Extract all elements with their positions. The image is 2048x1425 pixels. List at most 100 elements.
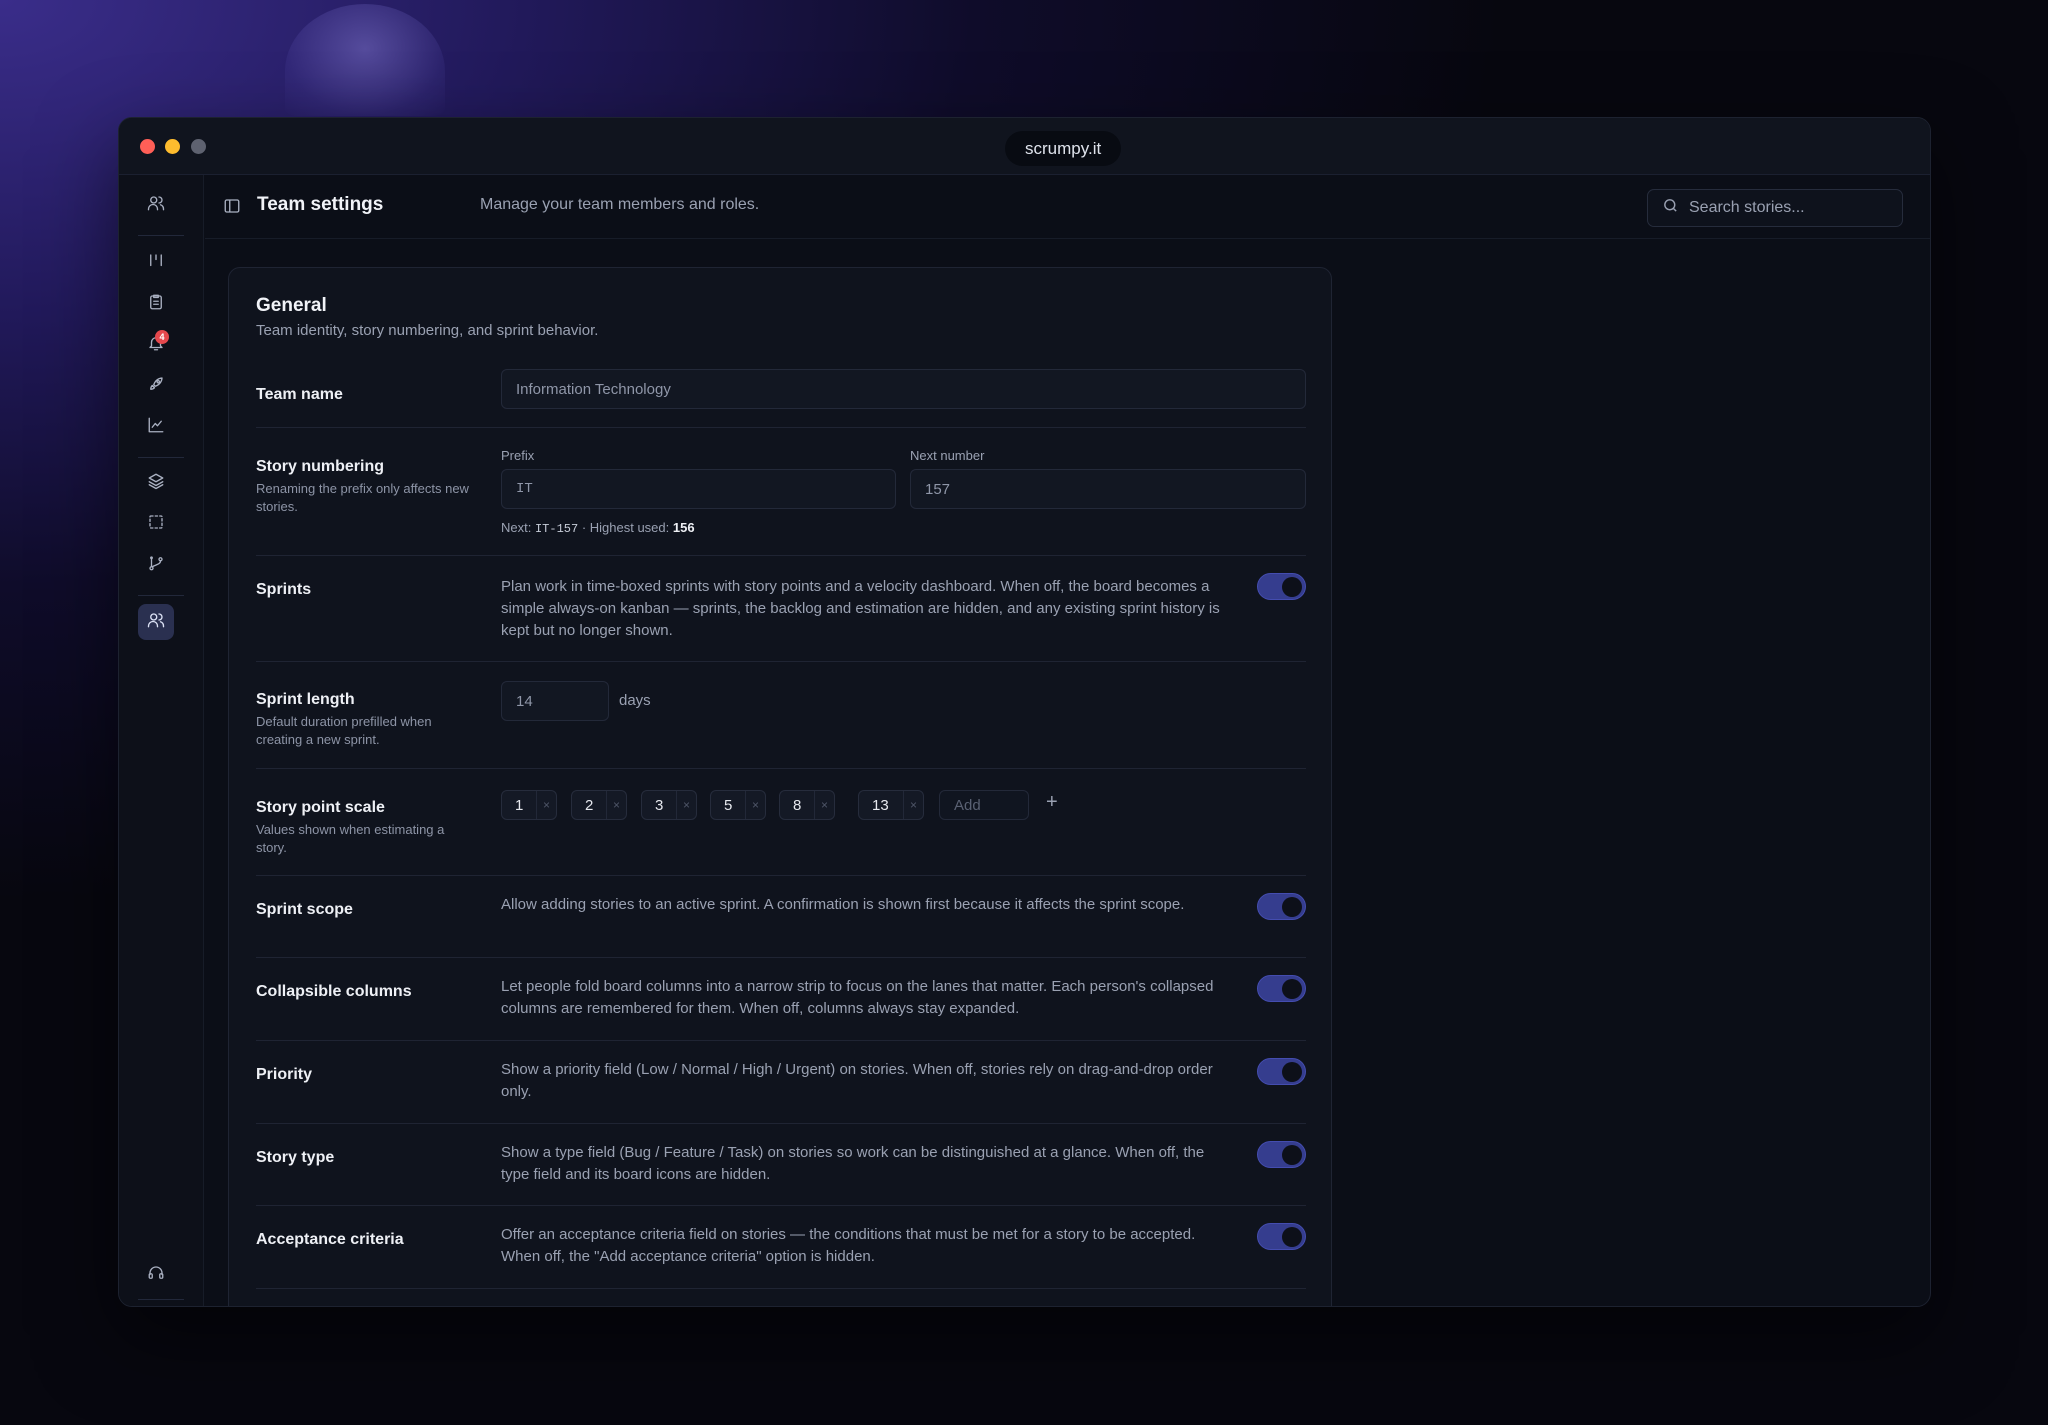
sidebar-item-selection[interactable] [138,506,174,542]
sprint-length-unit: days [619,692,651,709]
page-header: Team settings Manage your team members a… [205,175,1930,239]
team-name-input[interactable]: Information Technology [501,369,1306,409]
users-icon [147,194,165,217]
story-numbering-sub: Renaming the prefix only affects new sto… [256,481,469,514]
acceptance-criteria-toggle[interactable] [1257,1223,1306,1250]
toggle-knob [1282,1062,1302,1082]
sidebar-item-users[interactable] [138,187,174,223]
scale-chip-value: 1 [515,796,524,814]
hint-next-label: Next: [501,520,532,535]
rocket-icon [147,375,165,398]
headset-icon [147,1264,165,1287]
sidebar-item-backlog[interactable] [138,286,174,322]
collapsible-columns-row: Collapsible columns Let people fold boar… [256,958,1306,1041]
scale-chip: 13 × [858,790,924,820]
add-scale-value-button[interactable]: + [1046,791,1058,814]
remove-chip-icon[interactable]: × [814,791,834,819]
sprint-scope-description: Allow adding stories to an active sprint… [501,896,1185,913]
general-settings-card: General Team identity, story numbering, … [228,267,1332,1306]
url-bar[interactable]: scrumpy.it [1005,131,1122,166]
remove-chip-icon[interactable]: × [745,791,765,819]
scale-chip: 8 × [779,790,835,820]
story-point-scale-label: Story point scale [256,799,385,816]
prefix-label: Prefix [501,448,535,463]
close-window-button[interactable] [140,139,155,154]
team-icon [147,611,165,634]
story-point-scale-sub: Values shown when estimating a story. [256,822,445,855]
sidebar-divider [138,235,184,236]
sidebar-divider [138,457,184,458]
story-numbering-row: Story numbering Renaming the prefix only… [256,428,1306,556]
priority-toggle[interactable] [1257,1058,1306,1085]
team-name-row: Team name Information Technology [256,365,1306,428]
scale-chip-value: 5 [724,796,733,814]
scale-chip-value: 8 [793,796,802,814]
toggle-knob [1282,979,1302,999]
sidebar-divider [138,595,184,596]
next-number-input[interactable]: 157 [910,469,1306,509]
search-box[interactable] [1647,189,1903,227]
sidebar-item-team[interactable] [138,604,174,640]
story-type-toggle[interactable] [1257,1141,1306,1168]
collapsible-columns-toggle[interactable] [1257,975,1306,1002]
section-description: Team identity, story numbering, and spri… [256,322,599,339]
sprints-label: Sprints [256,581,312,598]
sprints-row: Sprints Plan work in time-boxed sprints … [256,556,1306,662]
remove-chip-icon[interactable]: × [606,791,626,819]
panel-toggle-icon[interactable] [223,197,243,217]
toggle-knob [1282,577,1302,597]
maximize-window-button[interactable] [191,139,206,154]
sprint-scope-toggle[interactable] [1257,893,1306,920]
search-input[interactable] [1689,199,1889,217]
sidebar-item-notifications[interactable]: 4 [138,327,174,363]
sidebar-item-support[interactable] [138,1257,174,1293]
sidebar-item-board[interactable] [138,245,174,281]
sidebar-divider [138,1299,184,1300]
sidebar-item-reports[interactable] [138,409,174,445]
page-title: Team settings [257,194,384,215]
story-point-scale-row: Story point scale Values shown when esti… [256,769,1306,876]
scale-chip: 3 × [641,790,697,820]
remove-chip-icon[interactable]: × [903,791,923,819]
collapsible-columns-description: Let people fold board columns into a nar… [501,978,1214,1017]
chart-icon [147,416,165,439]
hint-next-code: IT-157 [534,522,579,536]
page-subtitle: Manage your team members and roles. [480,196,760,213]
sprint-length-label: Sprint length [256,691,355,708]
story-type-description: Show a type field (Bug / Feature / Task)… [501,1144,1205,1183]
sidebar-item-branches[interactable] [138,547,174,583]
scale-chip: 2 × [571,790,627,820]
story-type-row: Story type Show a type field (Bug / Feat… [256,1124,1306,1206]
prefix-input[interactable]: IT [501,469,896,509]
acceptance-criteria-description: Offer an acceptance criteria field on st… [501,1226,1196,1265]
story-numbering-label: Story numbering [256,458,385,475]
numbering-hint: Next: IT-157 · Highest used: 156 [501,520,695,536]
toggle-knob [1282,1227,1302,1247]
priority-row: Priority Show a priority field (Low / No… [256,1041,1306,1124]
search-icon [1662,197,1689,219]
sidebar-item-releases[interactable] [138,368,174,404]
sprint-scope-row: Sprint scope Allow adding stories to an … [256,876,1306,958]
priority-label: Priority [256,1066,313,1083]
team-name-label: Team name [256,386,343,403]
priority-description: Show a priority field (Low / Normal / Hi… [501,1061,1213,1100]
notification-badge: 4 [155,330,169,344]
background-glow [285,4,445,116]
layers-icon [147,472,165,495]
sprints-description: Plan work in time-boxed sprints with sto… [501,578,1220,639]
sidebar-item-projects[interactable] [138,465,174,501]
minimize-window-button[interactable] [165,139,180,154]
toggle-knob [1282,897,1302,917]
title-bar: scrumpy.it [119,118,1930,175]
selection-icon [147,513,165,536]
clipboard-icon [147,293,165,316]
acceptance-criteria-row: Acceptance criteria Offer an acceptance … [256,1206,1306,1289]
remove-chip-icon[interactable]: × [536,791,556,819]
sidebar: 4 AD [119,175,204,1306]
sprints-toggle[interactable] [1257,573,1306,600]
board-icon [147,252,165,275]
scale-chip-value: 2 [585,796,594,814]
sprint-length-input[interactable]: 14 [501,681,609,721]
add-scale-value-input[interactable]: Add [939,790,1029,820]
remove-chip-icon[interactable]: × [676,791,696,819]
